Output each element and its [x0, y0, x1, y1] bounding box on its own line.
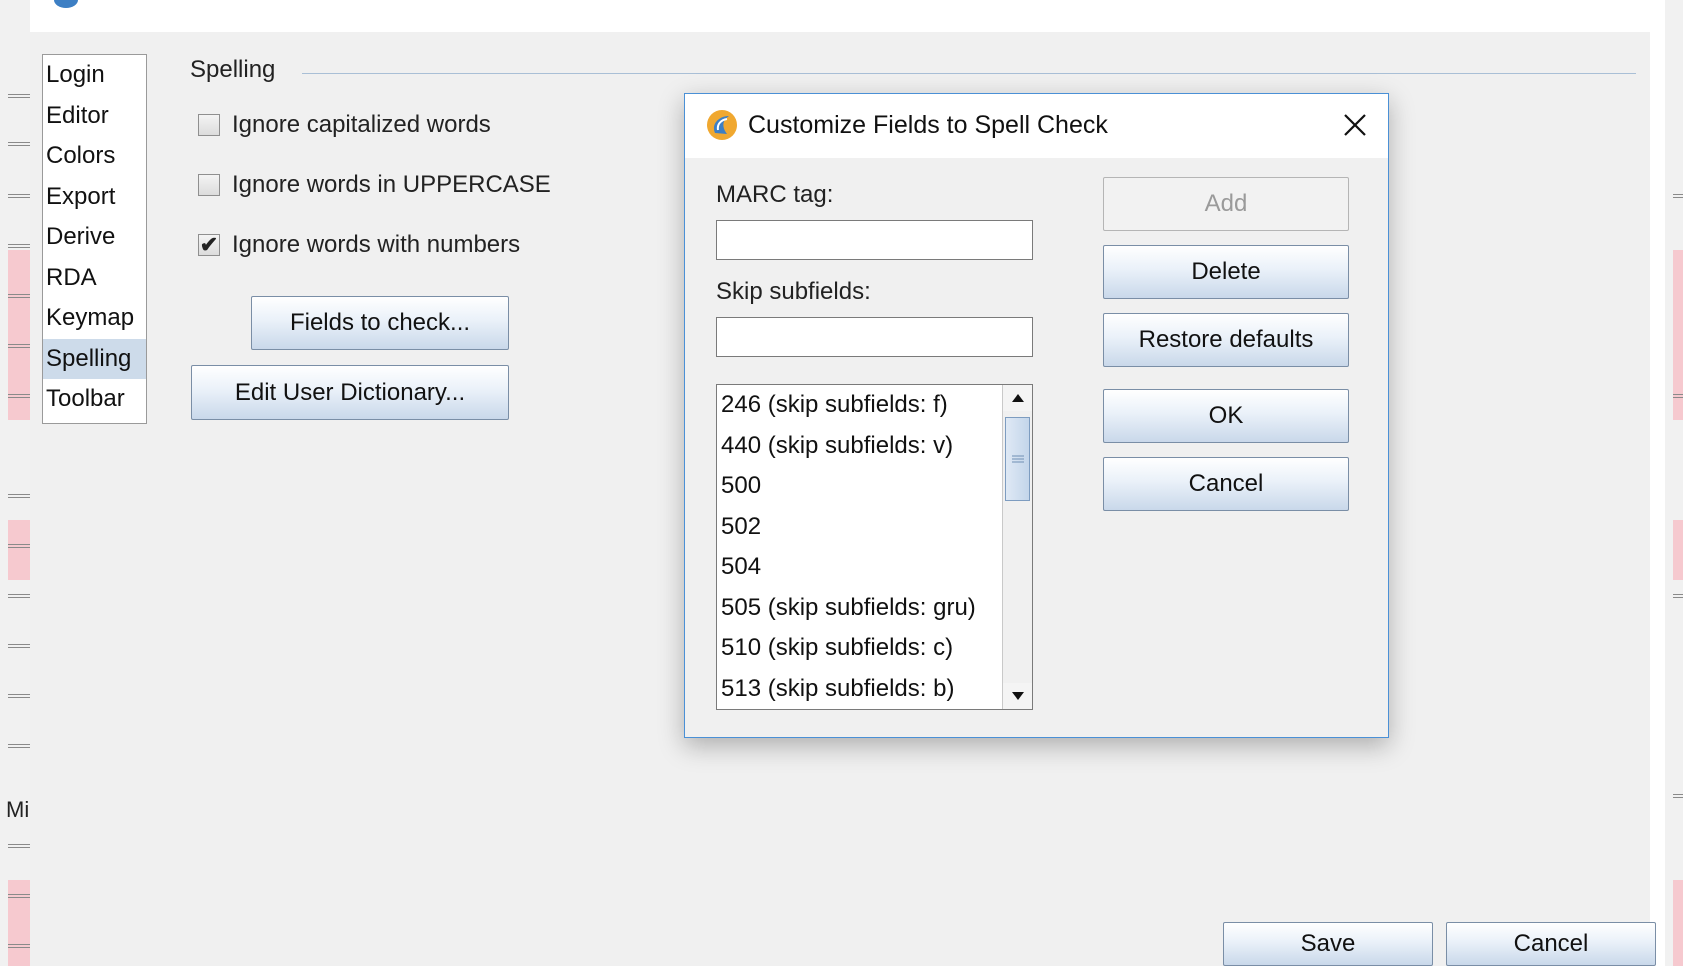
row-marker [8, 594, 30, 598]
field-list-item[interactable]: 513 (skip subfields: b) [717, 669, 1003, 710]
fields-list-items: 246 (skip subfields: f) 440 (skip subfiel… [717, 385, 1003, 709]
marc-tag-input[interactable] [716, 220, 1033, 260]
fields-list[interactable]: 246 (skip subfields: f) 440 (skip subfiel… [716, 384, 1033, 710]
row-marker [1673, 594, 1683, 598]
checkbox-box[interactable]: ✔ [198, 234, 220, 256]
skip-subfields-label: Skip subfields: [716, 278, 871, 305]
arrow-up-icon [1011, 394, 1024, 402]
grip-icon [1011, 455, 1024, 463]
ignore-numbers-checkbox[interactable]: ✔ Ignore words with numbers [198, 231, 520, 259]
spelling-section-title: Spelling [190, 56, 276, 83]
category-item-login[interactable]: Login [43, 55, 146, 96]
category-item-keymap[interactable]: Keymap [43, 298, 146, 339]
dialog-title: Customize Fields to Spell Check [748, 111, 1108, 139]
marc-tag-label: MARC tag: [716, 181, 834, 208]
checkbox-box[interactable] [198, 114, 220, 136]
row-marker [1673, 794, 1683, 798]
scroll-up-button[interactable] [1003, 385, 1032, 411]
app-logo-icon [707, 110, 737, 140]
customize-fields-dialog: Customize Fields to Spell Check MARC tag… [684, 93, 1389, 738]
field-list-item[interactable]: 510 (skip subfields: c) [717, 628, 1003, 669]
row-marker [8, 244, 30, 248]
check-mark-icon: ✔ [199, 232, 219, 257]
row-marker [8, 94, 30, 98]
skip-subfields-input[interactable] [716, 317, 1033, 357]
row-marker [8, 294, 30, 298]
options-window-titlebar [30, 0, 1650, 32]
section-divider [302, 73, 1636, 74]
category-item-colors[interactable]: Colors [43, 136, 146, 177]
row-marker [8, 544, 30, 548]
cancel-button[interactable]: Cancel [1446, 922, 1656, 966]
field-list-item[interactable]: 505 (skip subfields: gru) [717, 588, 1003, 629]
ignore-capitalized-checkbox[interactable]: Ignore capitalized words [198, 111, 491, 139]
row-marker [8, 944, 30, 948]
background-partial-label: Mi [6, 797, 30, 822]
checkbox-label: Ignore words in UPPERCASE [232, 171, 551, 198]
row-marker [8, 394, 30, 398]
row-marker [8, 894, 30, 898]
field-list-item[interactable]: 504 [717, 547, 1003, 588]
row-marker [8, 694, 30, 698]
highlight-stripe [1673, 880, 1683, 966]
highlight-stripe [8, 520, 30, 580]
field-list-item[interactable]: 246 (skip subfields: f) [717, 385, 1003, 426]
field-list-item[interactable]: 440 (skip subfields: v) [717, 426, 1003, 467]
row-marker [8, 344, 30, 348]
close-button[interactable] [1338, 108, 1372, 142]
dialog-titlebar[interactable]: Customize Fields to Spell Check [685, 94, 1388, 158]
row-marker [8, 194, 30, 198]
checkbox-box[interactable] [198, 174, 220, 196]
ignore-uppercase-checkbox[interactable]: Ignore words in UPPERCASE [198, 171, 551, 199]
category-item-rda[interactable]: RDA [43, 258, 146, 299]
fields-list-scrollbar[interactable] [1002, 385, 1032, 709]
row-marker [8, 644, 30, 648]
category-item-toolbar[interactable]: Toolbar [43, 379, 146, 420]
field-list-item[interactable]: 500 [717, 466, 1003, 507]
row-marker [8, 494, 30, 498]
arrow-down-icon [1011, 692, 1024, 700]
category-list[interactable]: Login Editor Colors Export Derive RDA Keymap Sp… [42, 54, 147, 424]
checkbox-label: Ignore capitalized words [232, 111, 491, 138]
field-list-item[interactable]: 502 [717, 507, 1003, 548]
checkbox-label: Ignore words with numbers [232, 231, 521, 258]
scroll-down-button[interactable] [1003, 683, 1032, 709]
scroll-thumb[interactable] [1005, 417, 1030, 501]
ok-button[interactable]: OK [1103, 389, 1349, 443]
restore-defaults-button[interactable]: Restore defaults [1103, 313, 1349, 367]
category-item-editor[interactable]: Editor [43, 96, 146, 137]
fields-to-check-button[interactable]: Fields to check... [251, 296, 509, 350]
save-button[interactable]: Save [1223, 922, 1433, 966]
close-icon [1344, 114, 1366, 136]
row-marker [1673, 194, 1683, 198]
edit-user-dictionary-button[interactable]: Edit User Dictionary... [191, 365, 509, 420]
app-logo-icon [54, 0, 78, 8]
add-button[interactable]: Add [1103, 177, 1349, 231]
highlight-stripe [8, 880, 30, 966]
category-item-derive[interactable]: Derive [43, 217, 146, 258]
row-marker [1673, 394, 1683, 398]
category-item-spelling[interactable]: Spelling [43, 338, 146, 379]
dialog-cancel-button[interactable]: Cancel [1103, 457, 1349, 511]
row-marker [8, 844, 30, 848]
row-marker [8, 744, 30, 748]
category-item-export[interactable]: Export [43, 177, 146, 218]
delete-button[interactable]: Delete [1103, 245, 1349, 299]
row-marker [8, 142, 30, 146]
background-window-right-edge [1665, 0, 1683, 966]
highlight-stripe [1673, 520, 1683, 580]
